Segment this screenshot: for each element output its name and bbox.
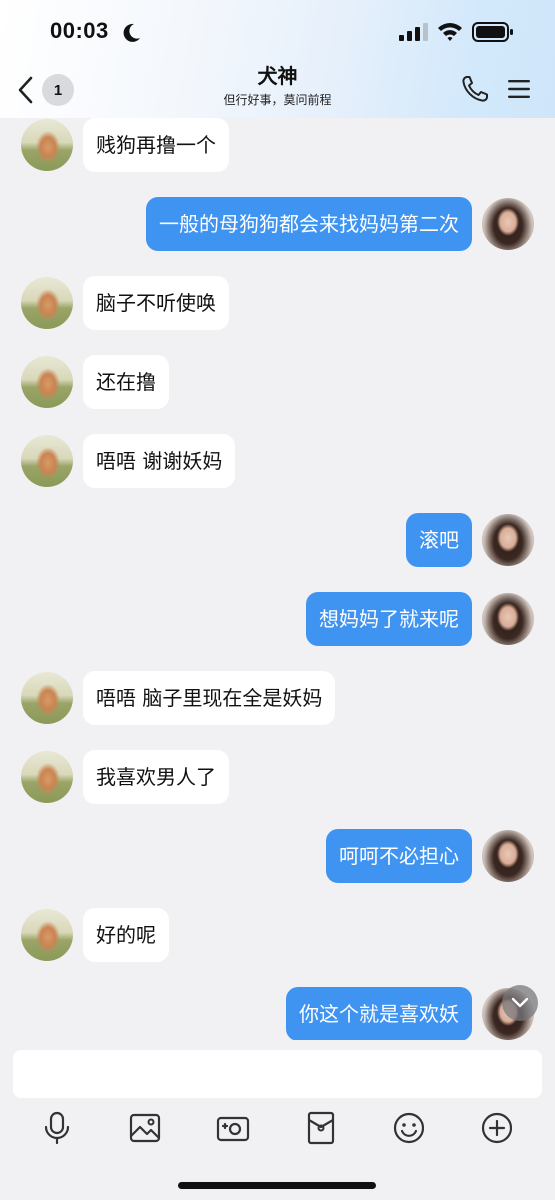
message-list[interactable]: 贱狗再撸一个 一般的母狗狗都会来找妈妈第二次 脑子不听使唤 还在撸 唔唔 谢谢妖… <box>0 118 555 1040</box>
dog-avatar[interactable] <box>21 672 73 724</box>
scroll-to-bottom-button[interactable] <box>502 985 538 1021</box>
message-incoming: 唔唔 谢谢妖妈 <box>0 434 555 488</box>
message-bubble[interactable]: 唔唔 脑子里现在全是妖妈 <box>83 671 336 725</box>
message-bubble[interactable]: 我喜欢男人了 <box>83 750 229 804</box>
message-incoming: 好的呢 <box>0 908 555 962</box>
message-bubble[interactable]: 唔唔 谢谢妖妈 <box>83 434 236 488</box>
message-bubble[interactable]: 脑子不听使唤 <box>83 276 229 330</box>
plus-icon[interactable] <box>479 1110 515 1146</box>
wifi-icon <box>438 23 462 41</box>
message-bubble[interactable]: 呵呵不必担心 <box>326 829 472 883</box>
moon-icon <box>123 23 140 42</box>
chat-title-block[interactable]: 犬神 但行好事，莫问前程 <box>140 64 415 110</box>
cellular-signal-icon <box>399 23 428 41</box>
girl-avatar[interactable] <box>482 198 534 250</box>
message-incoming: 我喜欢男人了 <box>0 750 555 804</box>
message-outgoing: 一般的母狗狗都会来找妈妈第二次 <box>0 197 555 251</box>
red-packet-icon[interactable] <box>303 1110 339 1146</box>
dog-avatar[interactable] <box>21 435 73 487</box>
status-time: 00:03 <box>50 18 109 43</box>
message-outgoing: 呵呵不必担心 <box>0 829 555 883</box>
dog-avatar[interactable] <box>21 119 73 171</box>
message-incoming: 贱狗再撸一个 <box>0 118 555 172</box>
navigation-bar: 1 犬神 但行好事，莫问前程 <box>0 60 555 118</box>
girl-avatar[interactable] <box>482 593 534 645</box>
home-indicator[interactable] <box>178 1182 376 1189</box>
chevron-left-icon <box>18 76 33 104</box>
chevron-down-icon <box>511 997 529 1008</box>
message-bubble[interactable]: 想妈妈了就来呢 <box>306 592 472 646</box>
dog-avatar[interactable] <box>21 751 73 803</box>
composer <box>0 1040 555 1200</box>
message-bubble[interactable]: 滚吧 <box>406 513 472 567</box>
image-icon[interactable] <box>127 1110 163 1146</box>
message-outgoing: 想妈妈了就来呢 <box>0 592 555 646</box>
emoji-icon[interactable] <box>391 1110 427 1146</box>
message-bubble[interactable]: 一般的母狗狗都会来找妈妈第二次 <box>146 197 472 251</box>
chat-header: 00:03 1 犬神 但行好事，莫问前程 <box>0 0 555 118</box>
chat-title: 犬神 <box>257 64 298 88</box>
dog-avatar[interactable] <box>21 277 73 329</box>
message-incoming: 还在撸 <box>0 355 555 409</box>
message-bubble[interactable]: 还在撸 <box>83 355 169 409</box>
dog-avatar[interactable] <box>21 356 73 408</box>
back-button[interactable]: 1 <box>14 72 82 108</box>
camera-icon[interactable] <box>215 1110 251 1146</box>
message-outgoing: 滚吧 <box>0 513 555 567</box>
battery-icon <box>472 22 513 42</box>
phone-icon[interactable] <box>460 74 490 104</box>
menu-icon[interactable] <box>506 76 532 102</box>
girl-avatar[interactable] <box>482 514 534 566</box>
message-bubble[interactable]: 贱狗再撸一个 <box>83 118 229 172</box>
girl-avatar[interactable] <box>482 830 534 882</box>
dog-avatar[interactable] <box>21 909 73 961</box>
message-bubble[interactable]: 好的呢 <box>83 908 169 962</box>
message-input[interactable] <box>13 1050 542 1098</box>
status-bar: 00:03 <box>0 0 555 66</box>
composer-toolbar <box>0 1110 555 1146</box>
message-incoming: 唔唔 脑子里现在全是妖妈 <box>0 671 555 725</box>
chat-subtitle: 但行好事，莫问前程 <box>223 93 332 107</box>
microphone-icon[interactable] <box>39 1110 75 1146</box>
unread-count-badge: 1 <box>42 74 74 106</box>
message-outgoing: 你这个就是喜欢妖 <box>0 987 555 1040</box>
message-bubble[interactable]: 你这个就是喜欢妖 <box>286 987 472 1040</box>
message-incoming: 脑子不听使唤 <box>0 276 555 330</box>
